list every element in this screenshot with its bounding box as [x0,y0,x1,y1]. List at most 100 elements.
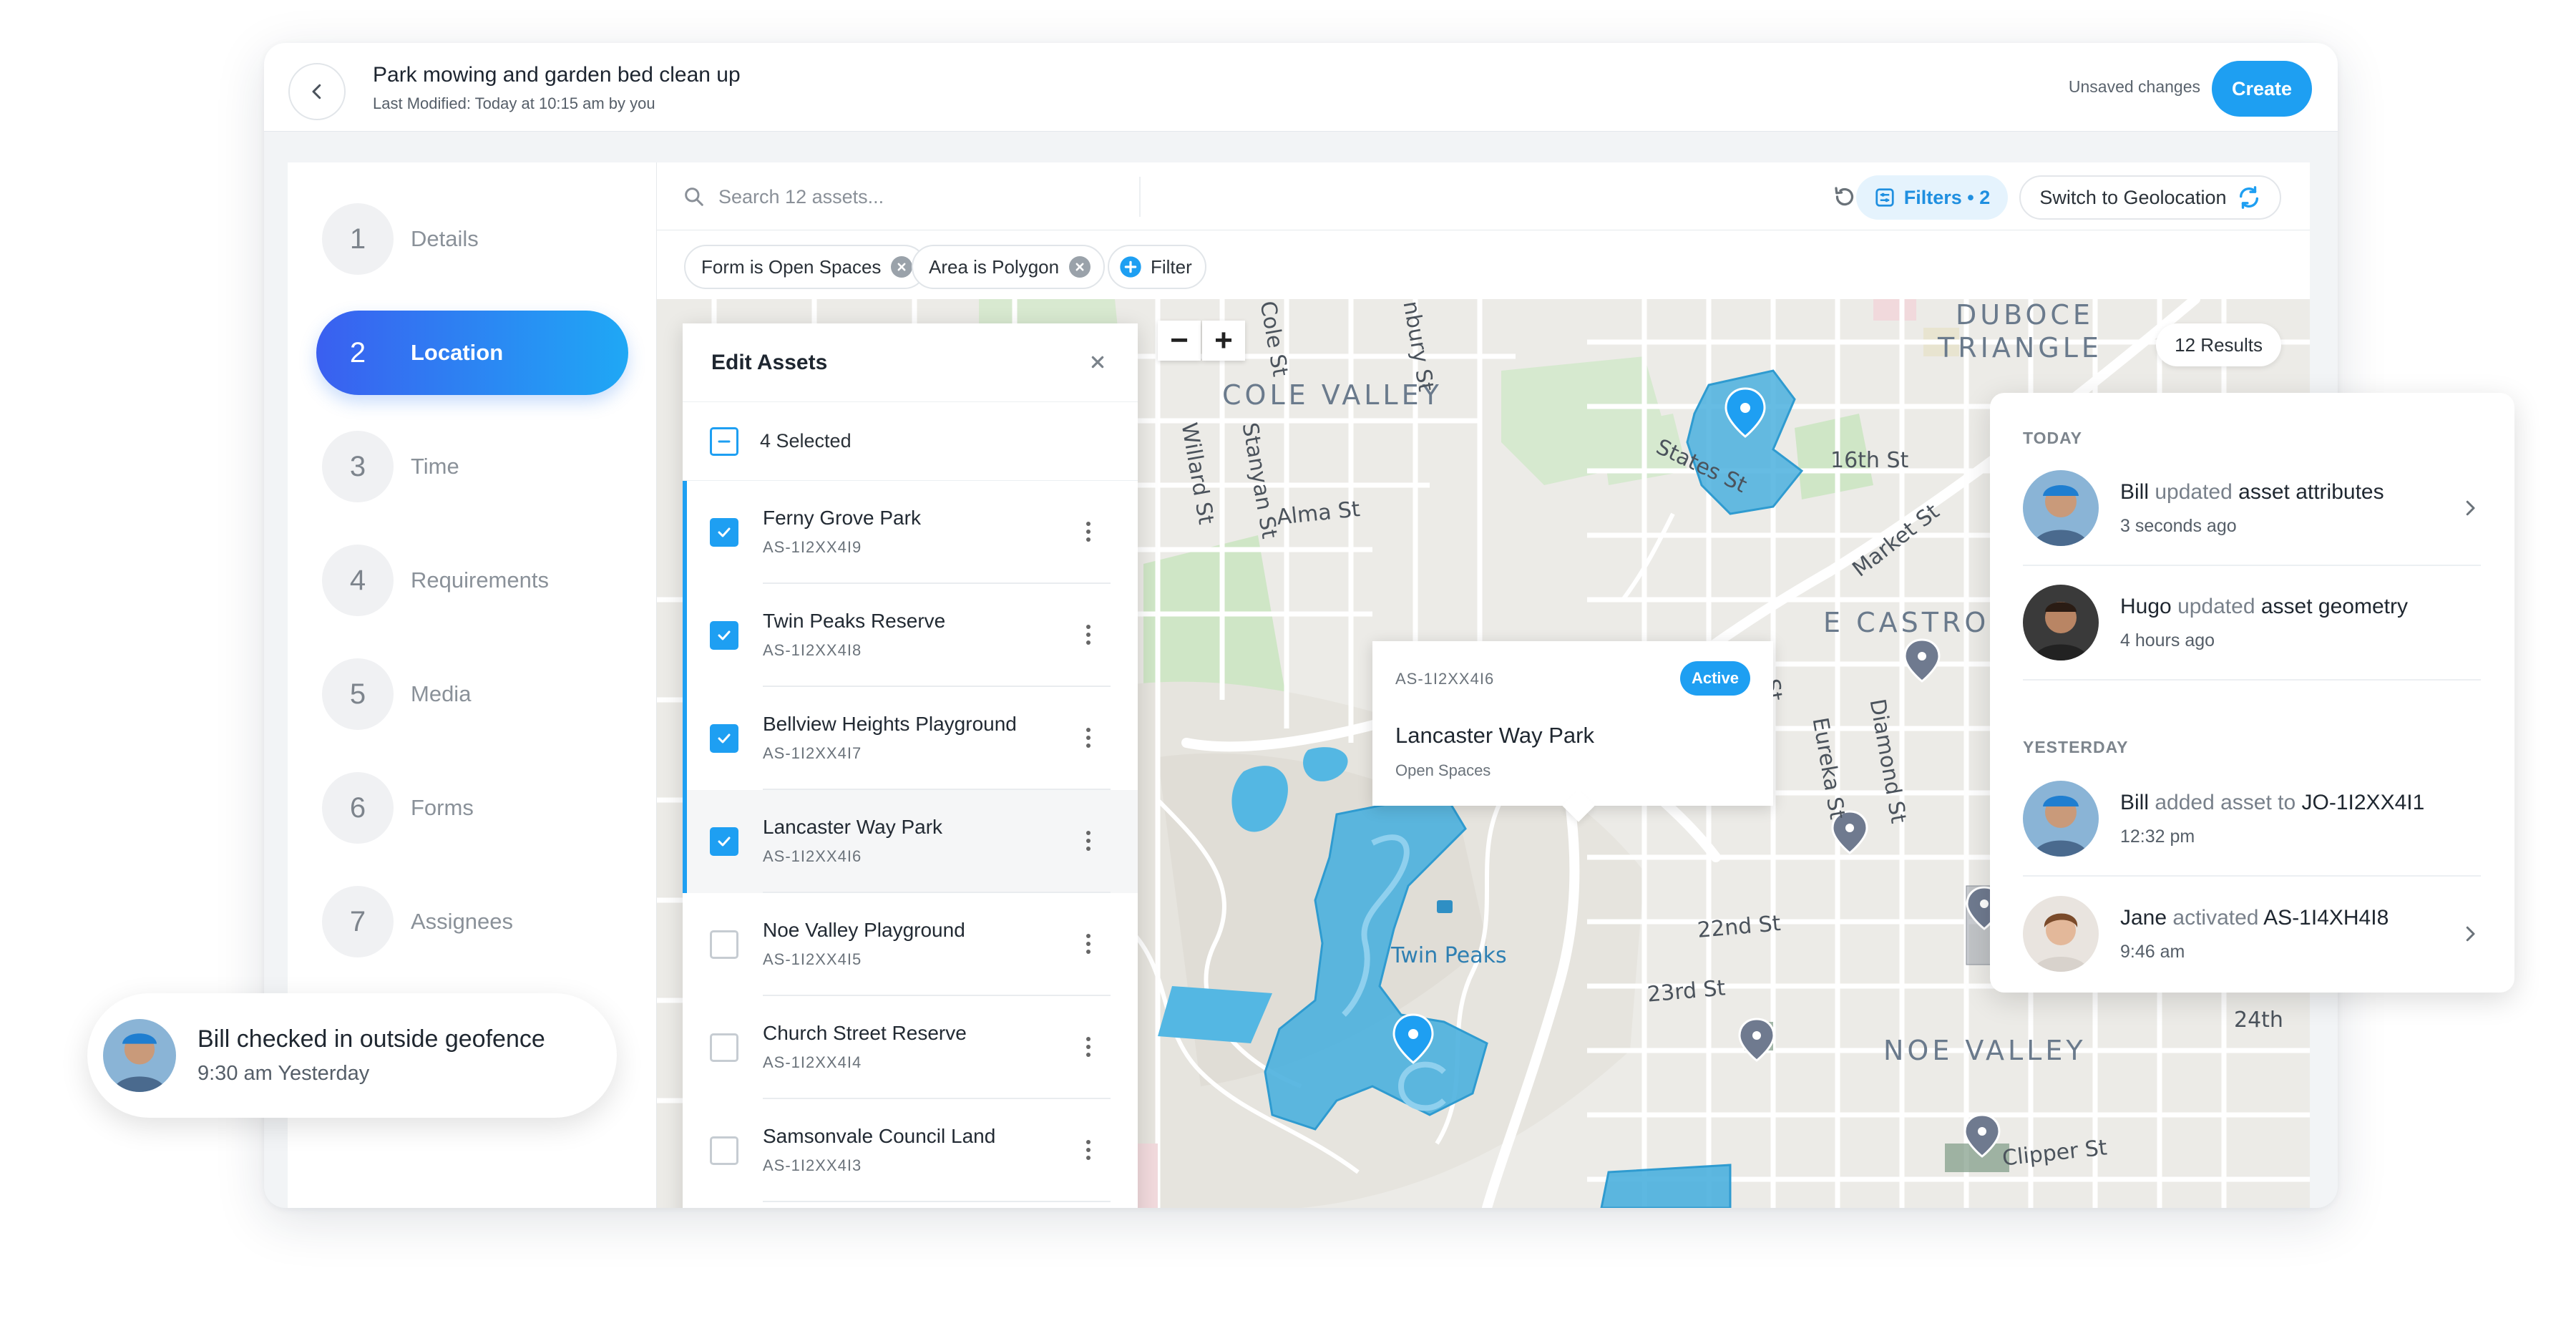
activity-item[interactable]: Jane activated AS-1I4XH4I8 9:46 am [2023,877,2481,991]
asset-name: Samsonvale Council Land [763,1125,996,1147]
more-vertical-icon[interactable] [1085,1035,1092,1059]
more-vertical-icon[interactable] [1085,520,1092,544]
geofence-toast[interactable]: Bill checked in outside geofence 9:30 am… [87,993,617,1118]
asset-checkbox[interactable] [710,1136,738,1165]
activity-text: Bill added asset to JO-1I2XX4I1 12:32 pm [2120,791,2481,847]
step-number: 3 [322,431,394,502]
asset-checkbox[interactable] [710,930,738,959]
asset-id: AS-1I2XX4I5 [763,950,862,968]
filters-button[interactable]: Filters • 2 [1856,175,2008,220]
step-number: 4 [322,545,394,616]
chip-label: Area is Polygon [929,255,1060,278]
avatar [103,1019,176,1092]
chip-area-polygon[interactable]: Area is Polygon [912,245,1106,289]
close-icon[interactable] [1086,351,1109,374]
zoom-in-button[interactable]: + [1202,321,1245,361]
remove-chip-icon[interactable] [891,256,913,278]
avatar [2023,781,2099,857]
activity-item[interactable]: Bill added asset to JO-1I2XX4I1 12:32 pm [2023,762,2481,877]
filter-chip-row: Form is Open Spaces Area is Polygon Filt… [657,230,2310,299]
chip-form-open-spaces[interactable]: Form is Open Spaces [684,245,927,289]
section-today: TODAY [2023,429,2082,447]
header-bar: Park mowing and garden bed clean up Last… [264,43,2338,132]
step-number: 5 [322,658,394,730]
map-label-castro: E CASTRO [1823,607,1990,638]
asset-row[interactable]: Twin Peaks Reserve AS-1I2XX4I8 [683,584,1138,687]
asset-checkbox[interactable] [710,1033,738,1062]
avatar [2023,470,2099,546]
select-all-row[interactable]: 4 Selected [683,402,1138,481]
step-media[interactable]: 5 Media [316,652,628,736]
more-vertical-icon[interactable] [1085,932,1092,956]
toast-time: 9:30 am Yesterday [197,1062,370,1085]
back-button[interactable] [288,63,346,120]
search-input[interactable] [718,178,1119,215]
search-toolbar: Filters • 2 Switch to Geolocation [657,162,2310,230]
step-label: Time [411,454,459,479]
map-label-16th-st: 16th St [1830,448,1909,473]
asset-row[interactable]: Samsonvale Council Land AS-1I2XX4I3 [683,1099,1138,1202]
asset-name: Lancaster Way Park [763,816,943,838]
zoom-out-button[interactable]: − [1158,321,1201,361]
asset-row[interactable]: Ferny Grove Park AS-1I2XX4I9 [683,481,1138,584]
activity-item[interactable]: Bill updated asset attributes 3 seconds … [2023,452,2481,566]
popup-asset-name: Lancaster Way Park [1395,723,1594,748]
asset-name: Ferny Grove Park [763,507,921,529]
asset-row[interactable]: Noe Valley Playground AS-1I2XX4I5 [683,893,1138,996]
step-label: Forms [411,795,474,820]
panel-title: Edit Assets [711,350,828,374]
step-assignees[interactable]: 7 Assignees [316,879,628,964]
add-filter-button[interactable]: Filter [1108,245,1206,289]
activity-verb: activated [2172,905,2259,930]
step-requirements[interactable]: 4 Requirements [316,538,628,623]
swap-icon [2239,186,2258,209]
plus-circle-icon [1120,256,1141,278]
select-all-checkbox[interactable] [710,426,738,456]
activity-verb: updated [2155,479,2233,504]
more-vertical-icon[interactable] [1085,726,1092,750]
activity-user: Bill [2120,479,2150,504]
step-location[interactable]: 2 Location [316,311,628,395]
step-details[interactable]: 1 Details [316,197,628,281]
chip-label: Form is Open Spaces [701,255,882,278]
step-time[interactable]: 3 Time [316,424,628,509]
asset-checkbox[interactable] [710,827,738,856]
asset-row[interactable]: Bellview Heights Playground AS-1I2XX4I7 [683,687,1138,790]
step-number: 2 [349,336,366,369]
asset-checkbox[interactable] [710,621,738,650]
step-number: 6 [322,772,394,844]
asset-checkbox[interactable] [710,724,738,753]
map-label-noe-valley: NOE VALLEY [1883,1035,2087,1066]
more-vertical-icon[interactable] [1085,623,1092,647]
toast-title: Bill checked in outside geofence [197,1025,545,1053]
switch-geolocation-button[interactable]: Switch to Geolocation [2019,175,2281,220]
chip-label: Filter [1151,255,1192,278]
remove-chip-icon[interactable] [1069,256,1091,278]
asset-text: Church Street Reserve AS-1I2XX4I4 [763,996,1111,1099]
asset-popup[interactable]: AS-1I2XX4I6 Active Lancaster Way Park Op… [1372,641,1773,822]
activity-feed-card: TODAY Bill updated asset attributes 3 se… [1990,393,2514,993]
activity-user: Hugo [2120,594,2172,618]
asset-id: AS-1I2XX4I4 [763,1053,862,1071]
asset-id: AS-1I2XX4I8 [763,641,862,659]
asset-name: Bellview Heights Playground [763,713,1017,735]
more-vertical-icon[interactable] [1085,829,1092,853]
asset-row[interactable]: Church Street Reserve AS-1I2XX4I4 [683,996,1138,1099]
asset-id: AS-1I2XX4I3 [763,1156,862,1174]
reset-icon[interactable] [1832,184,1858,210]
asset-row[interactable]: Lancaster Way Park AS-1I2XX4I6 [683,790,1138,893]
step-label: Requirements [411,567,549,593]
section-yesterday: YESTERDAY [2023,738,2129,756]
activity-object: JO-1I2XX4I1 [2301,790,2425,814]
create-button[interactable]: Create [2212,61,2312,117]
activity-item[interactable]: Hugo updated asset geometry 4 hours ago [2023,566,2481,681]
step-forms[interactable]: 6 Forms [316,766,628,850]
asset-text: Lancaster Way Park AS-1I2XX4I6 [763,790,1111,893]
activity-text: Jane activated AS-1I4XH4I8 9:46 am [2120,906,2459,962]
activity-verb: updated [2177,594,2255,618]
asset-name: Noe Valley Playground [763,919,965,941]
activity-text: Hugo updated asset geometry 4 hours ago [2120,595,2481,651]
popup-asset-id: AS-1I2XX4I6 [1395,670,1495,688]
more-vertical-icon[interactable] [1085,1138,1092,1162]
asset-checkbox[interactable] [710,518,738,547]
